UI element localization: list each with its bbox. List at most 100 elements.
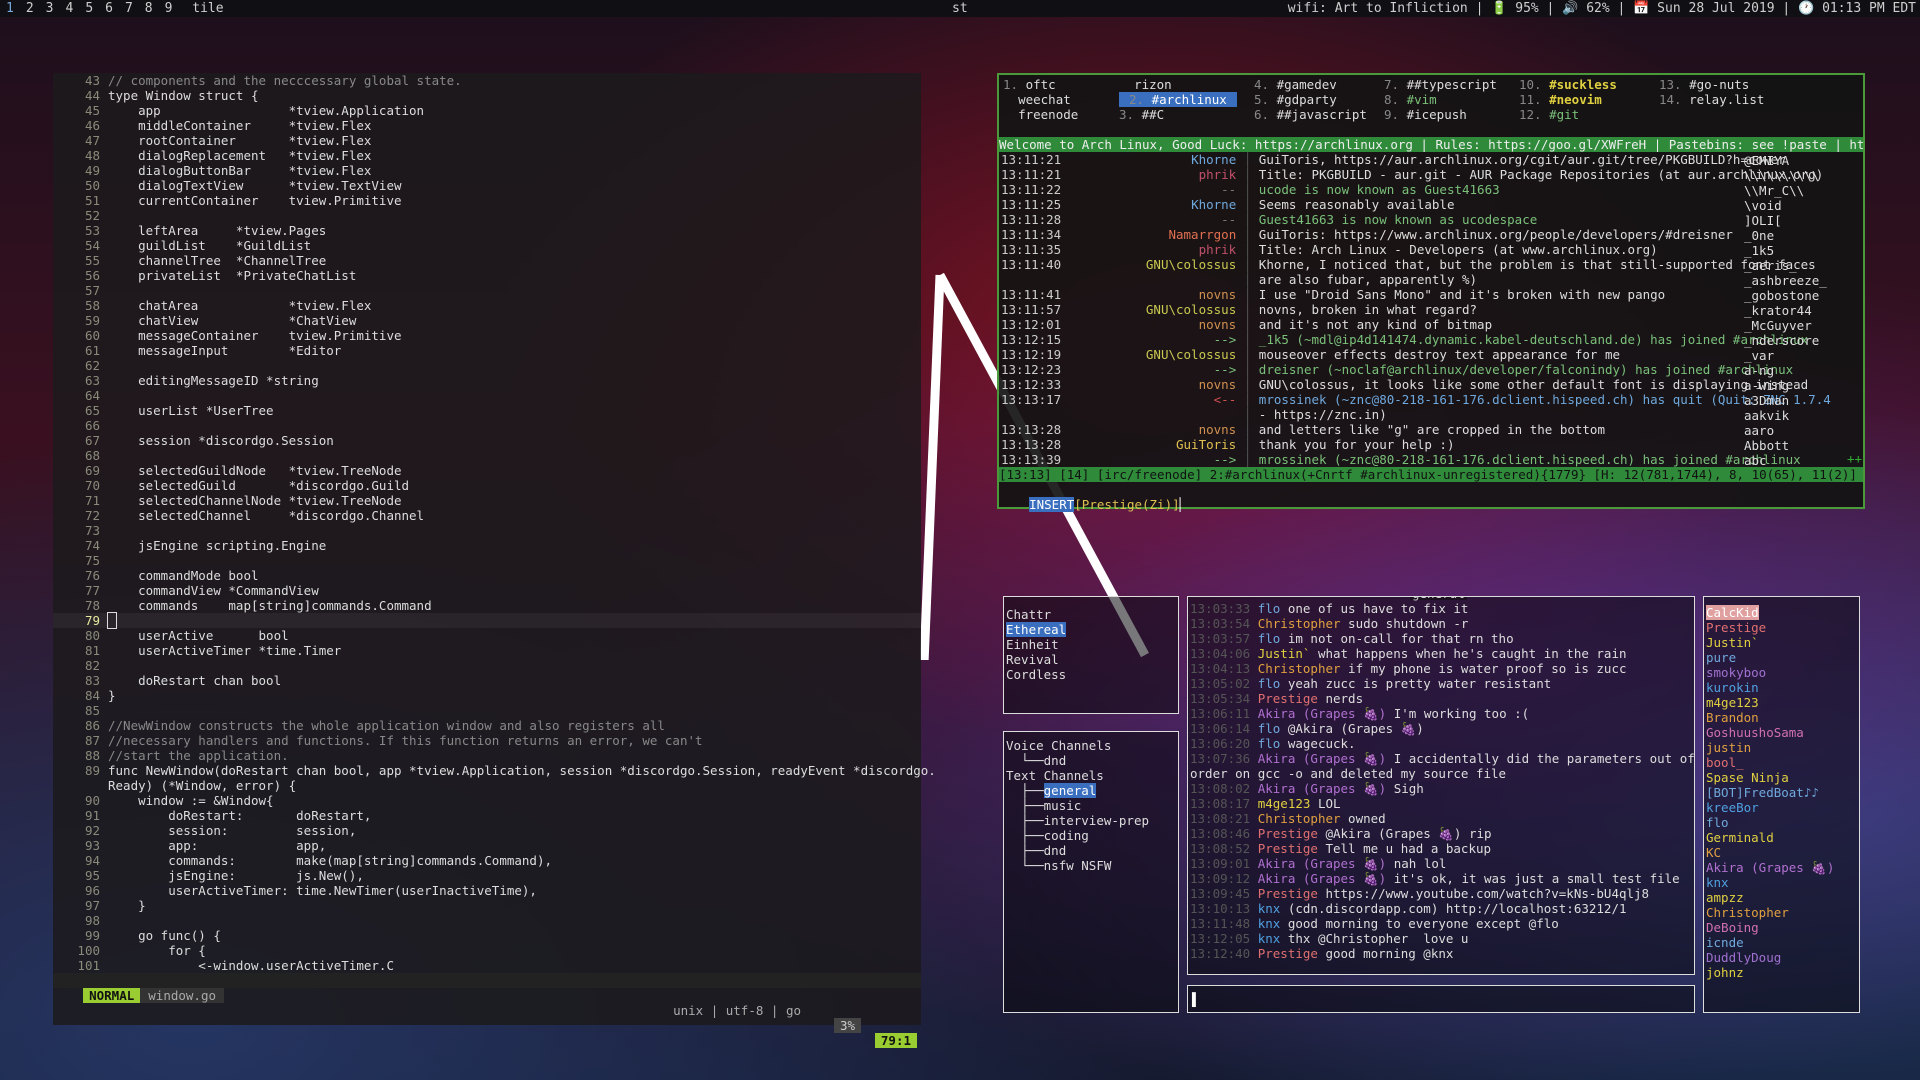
buffer-item[interactable]: weechat [1003,92,1071,107]
buffer-item[interactable]: freenode [1003,107,1078,122]
nick-item[interactable]: _ashbreeze_ [1744,273,1859,288]
buffer-item[interactable]: 1. oftc [1003,77,1056,92]
nick-item[interactable]: _nderscore [1744,333,1859,348]
buffer-item[interactable]: 6. ##javascript [1254,107,1367,122]
guild-item[interactable]: Chattr [1006,607,1176,622]
user-item[interactable]: kurokin [1706,680,1857,695]
user-item[interactable]: Akira (Grapes 🍇) [1706,860,1857,875]
user-name: Spase Ninja [1706,770,1789,785]
workspace-5[interactable]: 5 [79,0,99,17]
code-line: 95 jsEngine: js.New(), [53,868,921,883]
user-item[interactable]: DeBoing [1706,920,1857,935]
channel-item[interactable]: ├──dnd [1006,843,1176,858]
user-item[interactable]: Germinald [1706,830,1857,845]
weechat-input[interactable]: INSERT[Prestige(Zi)]▏ [999,482,1863,512]
workspace-7[interactable]: 7 [119,0,139,17]
nick-item[interactable]: _1k5 [1744,243,1859,258]
user-item[interactable]: bool_ [1706,755,1857,770]
user-item[interactable]: Justin` [1706,635,1857,650]
nick-item[interactable]: _0ne [1744,228,1859,243]
channel-item[interactable]: ├──music [1006,798,1176,813]
nick-item[interactable]: _krator44 [1744,303,1859,318]
editor-window[interactable]: 43 // components and the necccessary glob… [53,73,936,1048]
buffer-item[interactable]: 5. #gdparty [1254,92,1337,107]
user-item[interactable]: kreeBor [1706,800,1857,815]
nick-item[interactable]: aakvik [1744,408,1859,423]
nick-item[interactable]: a3Dman [1744,393,1859,408]
user-item[interactable]: johnz [1706,965,1857,980]
user-item[interactable]: [BOT]FredBoat♪♪ [1706,785,1857,800]
workspace-9[interactable]: 9 [159,0,179,17]
user-item[interactable]: smokyboo [1706,665,1857,680]
nick-item[interactable]: abc [1744,453,1859,468]
workspace-2[interactable]: 2 [20,0,40,17]
user-list[interactable]: CalcKid Prestige Justin` pure smokyboo kuroki… [1703,596,1860,1013]
user-item[interactable]: CalcKid [1706,605,1857,620]
nick-item[interactable]: Abbott [1744,438,1859,453]
user-item[interactable]: pure [1706,650,1857,665]
channel-item[interactable]: ├──general [1006,783,1176,798]
buffer-item[interactable]: 4. #gamedev [1254,77,1337,92]
nick-item[interactable]: \void [1744,198,1859,213]
user-item[interactable]: Brandon [1706,710,1857,725]
guild-item[interactable]: Cordless [1006,667,1176,682]
channel-item[interactable]: └──nsfw NSFW [1006,858,1176,873]
buffer-item[interactable]: 2. #archlinux [1119,92,1237,107]
cordless-window[interactable]: Chattr Ethereal Einheit Revival Cordless Voi… [997,590,1861,1018]
buffer-item[interactable]: 7. ##typescript [1384,77,1497,92]
user-item[interactable]: ampzz [1706,890,1857,905]
user-item[interactable]: m4ge123 [1706,695,1857,710]
buffer-item[interactable]: rizon [1119,77,1172,92]
user-item[interactable]: DuddlyDoug [1706,950,1857,965]
workspace-4[interactable]: 4 [59,0,79,17]
message-input[interactable]: ▌ [1187,985,1695,1013]
nick-item[interactable]: \\Mr_C\\ [1744,183,1859,198]
buffer-item[interactable]: 8. #vim [1384,92,1437,107]
nick-item[interactable]: aaro [1744,423,1859,438]
user-item[interactable]: Christopher [1706,905,1857,920]
guild-item[interactable]: Ethereal [1006,622,1176,637]
buffer-item[interactable]: 3. ##C [1119,107,1164,122]
channel-item[interactable]: Text Channels [1006,768,1176,783]
weechat-window[interactable]: 1. oftc rizon 4. #gamedev 7. ##typescript 1… [997,73,1865,512]
guild-item[interactable]: Revival [1006,652,1176,667]
workspace-8[interactable]: 8 [139,0,159,17]
buffer-item[interactable]: 11. #neovim [1519,92,1602,107]
nick-item[interactable]: @EMIYA [1744,153,1859,168]
buffer-item[interactable]: 14. relay.list [1659,92,1764,107]
nick-item[interactable]: _var [1744,348,1859,363]
nick-item[interactable]: _McGuyver [1744,318,1859,333]
user-item[interactable]: knx [1706,875,1857,890]
nick-item[interactable]: ]OLI[ [1744,213,1859,228]
user-item[interactable]: KC [1706,845,1857,860]
nick-item[interactable]: _aeris_ [1744,258,1859,273]
channel-item[interactable]: Voice Channels [1006,738,1176,753]
buffer-item[interactable]: 13. #go-nuts [1659,77,1749,92]
chat-view[interactable]: general 13:03:33 flo one of us have to f… [1187,596,1695,975]
channel-item[interactable]: ├──interview-prep [1006,813,1176,828]
workspace-3[interactable]: 3 [40,0,60,17]
layout-indicator[interactable]: tile [186,0,229,17]
code-view[interactable]: 43 // components and the necccessary glob… [53,73,936,973]
guild-item[interactable]: Einheit [1006,637,1176,652]
channel-item[interactable]: ├──coding [1006,828,1176,843]
user-item[interactable]: Spase Ninja [1706,770,1857,785]
buffer-item[interactable]: 12. #git [1519,107,1579,122]
nick-item[interactable]: \\\\\\\\\\ [1744,168,1859,183]
guild-list[interactable]: Chattr Ethereal Einheit Revival Cordless [1003,596,1179,714]
channel-label: coding [1043,828,1089,843]
workspace-6[interactable]: 6 [99,0,119,17]
user-item[interactable]: flo [1706,815,1857,830]
nick-item[interactable]: a-ng [1744,363,1859,378]
buffer-item[interactable]: 10. #suckless [1519,77,1617,92]
buffer-item[interactable]: 9. #icepush [1384,107,1467,122]
nick-item[interactable]: _gobostone [1744,288,1859,303]
channel-item[interactable]: └──dnd [1006,753,1176,768]
user-item[interactable]: justin [1706,740,1857,755]
user-item[interactable]: GoshuushoSama [1706,725,1857,740]
user-item[interactable]: Prestige [1706,620,1857,635]
workspace-1[interactable]: 1 [0,0,20,17]
user-item[interactable]: icnde [1706,935,1857,950]
nick-item[interactable]: a-wing [1744,378,1859,393]
channel-tree[interactable]: Voice Channels └──dnd Text Channels ├──ge… [1003,731,1179,1013]
